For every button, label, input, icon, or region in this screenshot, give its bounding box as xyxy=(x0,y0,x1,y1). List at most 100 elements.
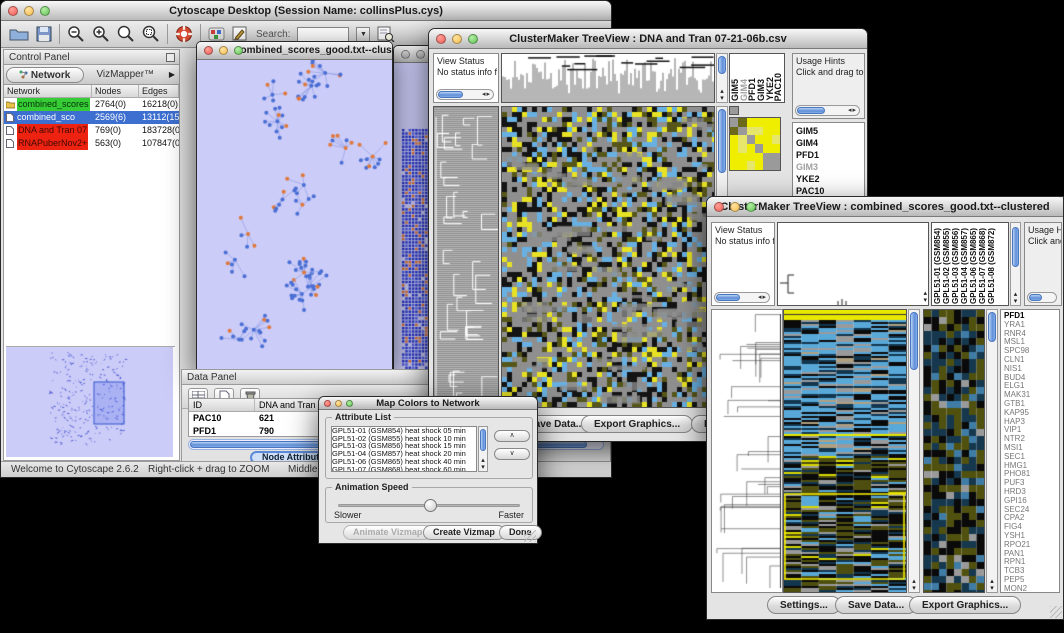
tv1-status-hscrollbar[interactable]: ◂▸ xyxy=(436,89,494,100)
main-title-bar[interactable]: Cytoscape Desktop (Session Name: collins… xyxy=(1,1,611,21)
zoom-window-icon[interactable] xyxy=(346,400,353,407)
minimize-icon[interactable] xyxy=(452,34,462,44)
tab-network[interactable]: Network xyxy=(6,67,84,83)
zoom-window-icon[interactable] xyxy=(234,46,243,55)
zoom-selected-icon[interactable] xyxy=(142,25,160,43)
zoom-window-icon[interactable] xyxy=(746,202,756,212)
summary-cell xyxy=(747,127,755,136)
float-panel-icon[interactable] xyxy=(166,53,175,62)
tab-overflow-arrow[interactable]: ▶ xyxy=(165,70,179,79)
minimize-icon[interactable] xyxy=(24,6,34,16)
tv1-row-dendrogram[interactable] xyxy=(433,106,499,408)
column-label: PFD1 xyxy=(748,78,757,101)
coldendro-arrows[interactable]: ▴▾ xyxy=(923,290,927,304)
tv2-column-labels[interactable]: GPL51-01 (GSM854)GPL51-02 (GSM855)GPL51-… xyxy=(931,222,1009,306)
treeview1-title-bar[interactable]: ClusterMaker TreeView : DNA and Tran 07-… xyxy=(429,29,867,49)
minimize-icon[interactable] xyxy=(416,50,425,59)
zoom-window-icon[interactable] xyxy=(468,34,478,44)
tv2-gene-list[interactable]: PFD1YRA1RNR4MSL1SPC98CLN1NIS1BUD4ELG1MAK… xyxy=(1000,309,1060,593)
save-icon[interactable] xyxy=(36,26,52,42)
move-down-button[interactable]: ∨ xyxy=(494,448,530,460)
attribute-list[interactable]: GPL51-01 (GSM854) heat shock 05 minGPL51… xyxy=(331,426,477,472)
close-icon[interactable] xyxy=(714,202,724,212)
tv2-hints-hscrollbar[interactable] xyxy=(1027,292,1057,303)
summary-cell xyxy=(755,118,763,127)
row-id: PFD1 xyxy=(189,425,255,438)
attribute-browser-icon[interactable] xyxy=(377,26,395,42)
tv1-summary-corner xyxy=(729,106,739,115)
network-row[interactable]: combined_scores2764(0)16218(0) xyxy=(4,98,179,111)
tv2-collabel-vscrollbar[interactable]: ▴▾ xyxy=(1010,222,1021,306)
close-icon[interactable] xyxy=(8,6,18,16)
zoom-fit-icon[interactable] xyxy=(117,25,135,43)
tv1-global-heatmap[interactable] xyxy=(729,117,781,171)
control-panel: Control Panel Network VizMapper™ ▶ Netwo… xyxy=(3,49,180,461)
summary-cell xyxy=(763,153,771,162)
attribute-list-vscrollbar[interactable]: ▴▾ xyxy=(478,426,488,472)
close-icon[interactable] xyxy=(436,34,446,44)
tv2-zoom-heatmap[interactable] xyxy=(923,309,985,593)
tv1-column-dendrogram[interactable] xyxy=(501,53,715,103)
col-id[interactable]: ID xyxy=(189,399,255,411)
window-controls[interactable] xyxy=(8,6,50,16)
column-label: GPL51-02 (GSM855) xyxy=(942,228,951,304)
tv1-hints-hscrollbar[interactable]: ◂▸ xyxy=(795,105,860,116)
close-icon[interactable] xyxy=(204,46,213,55)
summary-cell xyxy=(730,144,738,153)
tv2-status-hscrollbar[interactable]: ◂▸ xyxy=(714,292,770,303)
net-window1-title-bar[interactable]: combined_scores_good.txt--cluste... xyxy=(197,42,392,60)
close-icon[interactable] xyxy=(401,50,410,59)
annotation-icon[interactable] xyxy=(232,26,249,42)
network-overview-panel[interactable] xyxy=(6,346,175,458)
tv1-column-labels[interactable]: GIM5GIM4PFD1GIM3YKE2PAC10 xyxy=(729,53,785,103)
minimize-icon[interactable] xyxy=(730,202,740,212)
footer-button[interactable]: Export Graphics... xyxy=(581,415,693,433)
attribute-item[interactable]: GPL51-07 (GSM868) heat shock 60 min xyxy=(332,466,476,472)
search-input[interactable] xyxy=(297,27,349,42)
search-label: Search: xyxy=(256,29,290,40)
tv2-row-dendrogram[interactable] xyxy=(711,309,783,593)
network-canvas-1[interactable] xyxy=(197,60,392,371)
tv1-coldendro-vscrollbar[interactable]: ▴▾ xyxy=(716,53,728,103)
footer-button[interactable]: Settings... xyxy=(767,596,841,614)
zoom-window-icon[interactable] xyxy=(40,6,50,16)
help-lifering-icon[interactable] xyxy=(175,25,193,43)
animation-speed-slider[interactable] xyxy=(338,504,520,507)
tv2-column-dendrogram[interactable]: ▴▾ xyxy=(777,222,929,306)
tab-vizmapper[interactable]: VizMapper™ xyxy=(88,67,164,83)
network-row[interactable]: combined_sco2569(6)13112(15) xyxy=(4,111,179,124)
dialog-title-bar[interactable]: Map Colors to Network xyxy=(319,397,537,410)
col-nodes[interactable]: Nodes xyxy=(92,85,139,97)
vizmapper-icon[interactable] xyxy=(208,26,225,42)
footer-button[interactable]: Save Data... xyxy=(835,596,917,614)
treeview2-title-bar[interactable]: ClusterMaker TreeView : combined_scores_… xyxy=(707,197,1063,217)
minimize-icon[interactable] xyxy=(219,46,228,55)
tv2-zoom-vscrollbar[interactable]: ▴▾ xyxy=(986,309,998,593)
col-edges[interactable]: Edges xyxy=(139,85,179,97)
network-edge-count: 107847(0) xyxy=(139,137,179,150)
minimize-icon[interactable] xyxy=(335,400,342,407)
tv1-heatmap[interactable] xyxy=(501,106,715,408)
zoom-in-icon[interactable] xyxy=(92,25,110,43)
slider-thumb[interactable] xyxy=(424,499,437,512)
summary-cell xyxy=(730,153,738,162)
close-icon[interactable] xyxy=(324,400,331,407)
col-network[interactable]: Network xyxy=(4,85,92,97)
open-file-icon[interactable] xyxy=(9,26,29,42)
summary-cell xyxy=(738,153,746,162)
gene-label: PFD1 xyxy=(796,149,864,161)
network-overview-canvas[interactable] xyxy=(6,347,173,457)
tv2-heatmap-vscrollbar[interactable]: ▴▾ xyxy=(908,309,920,593)
search-dropdown-icon[interactable]: ▼ xyxy=(356,27,370,42)
dialog-button[interactable]: Create Vizmap xyxy=(423,525,505,540)
data-panel-title: Data Panel xyxy=(187,372,236,383)
tv2-heatmap[interactable] xyxy=(783,309,907,593)
gene-label: YKE2 xyxy=(796,173,864,185)
move-up-button[interactable]: ∧ xyxy=(494,430,530,442)
resize-grip[interactable] xyxy=(524,530,536,542)
zoom-out-icon[interactable] xyxy=(67,25,85,43)
resize-grip[interactable] xyxy=(1050,606,1062,618)
network-row[interactable]: RNAPuberNov2+563(0)107847(0) xyxy=(4,137,179,150)
network-row[interactable]: DNA and Tran 07769(0)183728(0) xyxy=(4,124,179,137)
footer-button[interactable]: Export Graphics... xyxy=(909,596,1021,614)
